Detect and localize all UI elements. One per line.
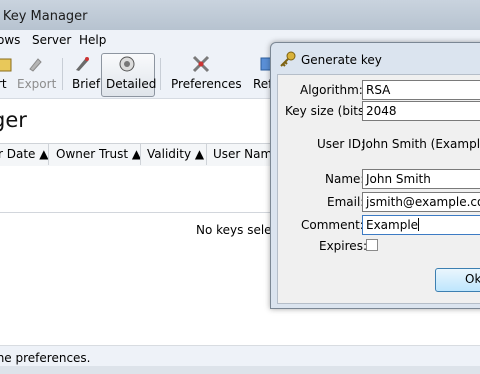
- ok-button-label: Ok: [465, 272, 480, 286]
- detailed-icon: [117, 54, 137, 74]
- comment-field[interactable]: Example: [362, 215, 480, 235]
- column-expiry-date[interactable]: r Date ▲: [0, 147, 49, 161]
- brief-icon: [72, 54, 92, 74]
- import-icon: [0, 54, 16, 74]
- text-caret: [418, 218, 420, 231]
- email-field[interactable]: jsmith@example.com: [362, 192, 480, 212]
- menu-help[interactable]: Help: [79, 33, 106, 47]
- column-divider[interactable]: [206, 144, 207, 165]
- column-divider[interactable]: [48, 144, 49, 165]
- name-field[interactable]: John Smith: [362, 169, 480, 189]
- key-size-label: Key size (bits):: [285, 104, 373, 118]
- algorithm-label: Algorithm:: [300, 83, 363, 97]
- expires-label: Expires:: [319, 239, 367, 253]
- brief-button-label[interactable]: Brief: [72, 77, 100, 91]
- column-owner-trust[interactable]: Owner Trust ▲: [56, 147, 141, 161]
- detailed-button-label: Detailed: [106, 77, 157, 91]
- status-text: the preferences.: [0, 351, 91, 365]
- column-divider[interactable]: [140, 144, 141, 165]
- comment-label: Comment:: [301, 218, 364, 232]
- key-icon: [279, 50, 297, 68]
- menu-server[interactable]: Server: [32, 33, 71, 47]
- window-title: - Key Manager: [0, 9, 88, 24]
- preferences-button-label[interactable]: Preferences: [171, 77, 242, 91]
- import-button-label[interactable]: rt: [0, 77, 7, 91]
- page-title: ger: [0, 108, 27, 132]
- window-bottom-border: [0, 366, 480, 374]
- sort-up-icon: ▲: [194, 147, 205, 161]
- column-validity[interactable]: Validity ▲: [147, 147, 204, 161]
- name-label: Name:: [325, 172, 365, 186]
- user-id-label: User ID:: [317, 137, 365, 151]
- menu-windows[interactable]: ows: [0, 33, 20, 47]
- export-button-label[interactable]: Export: [17, 77, 56, 91]
- dialog-title: Generate key: [301, 53, 382, 67]
- toolbar-separator: [62, 58, 63, 90]
- expires-checkbox[interactable]: [366, 239, 378, 251]
- toolbar-separator: [160, 58, 161, 90]
- export-icon: [25, 54, 45, 74]
- preferences-icon: [191, 54, 211, 74]
- key-size-field[interactable]: 2048: [362, 101, 480, 121]
- email-label: Email:: [327, 195, 365, 209]
- algorithm-field[interactable]: RSA: [362, 80, 480, 100]
- user-id-value: John Smith (Example): [362, 137, 480, 151]
